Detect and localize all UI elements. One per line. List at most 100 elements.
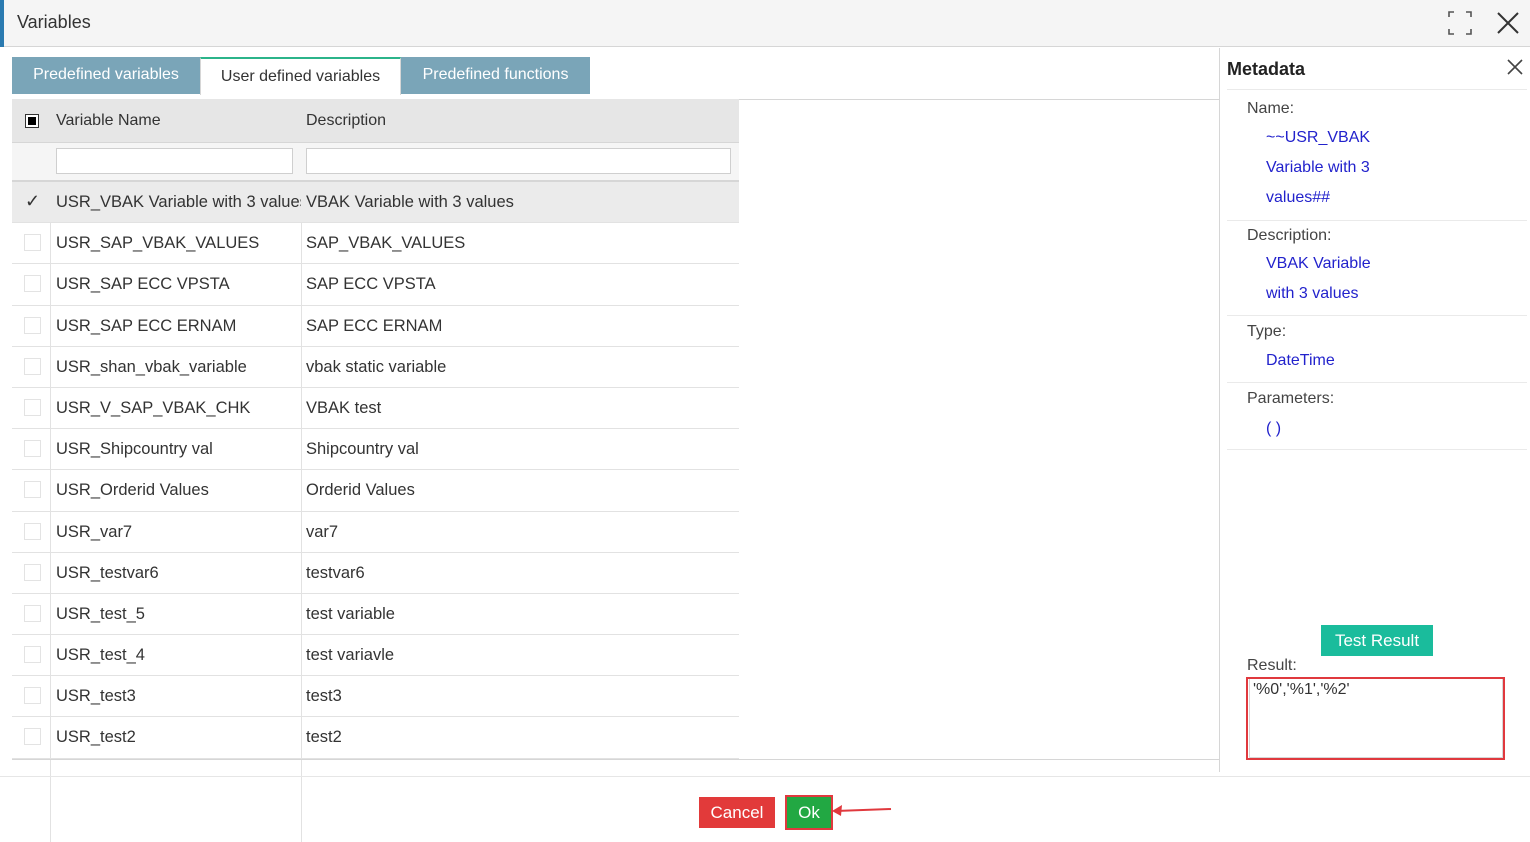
variable-name-cell: USR_Orderid Values	[56, 481, 209, 500]
annotation-arrow-icon	[832, 805, 892, 816]
table-row[interactable]: USR_test_4 test variavle	[12, 635, 739, 677]
metadata-body: Name: ~~USR_VBAK Variable with 3 values#…	[1227, 89, 1527, 450]
description-cell: test variavle	[306, 646, 395, 665]
type-label: Type:	[1247, 323, 1287, 340]
description-cell: test variable	[306, 604, 395, 623]
description-cell: VBAK Variable with 3 values	[306, 193, 514, 211]
row-checkbox[interactable]: ✓	[24, 192, 41, 210]
tab-predefined-variables[interactable]: Predefined variables	[12, 57, 200, 94]
variable-name-cell: USR_testvar6	[56, 563, 159, 582]
close-icon[interactable]	[1506, 58, 1524, 76]
description-value-line: with 3 values	[1266, 285, 1359, 302]
variable-name-cell: USR_VBAK Variable with 3 values	[56, 193, 301, 211]
grid-filter-row	[12, 143, 739, 182]
row-checkbox[interactable]	[24, 398, 41, 416]
description-cell: var7	[306, 522, 339, 541]
variable-name-cell: USR_Shipcountry val	[56, 440, 213, 459]
variable-name-cell: USR_test2	[56, 728, 136, 747]
grid-header: Variable Name Description	[12, 99, 739, 143]
metadata-divider	[1227, 315, 1527, 316]
metadata-panel: Metadata Name: ~~USR_VBAK Variable with …	[1219, 48, 1530, 772]
description-filter-input[interactable]	[306, 148, 731, 174]
table-row[interactable]: USR_SAP ECC ERNAM SAP ECC ERNAM	[12, 306, 739, 347]
type-value: DateTime	[1266, 352, 1335, 369]
titlebar-accent	[0, 0, 4, 47]
close-icon[interactable]	[1495, 10, 1521, 36]
parameters-value: ( )	[1266, 420, 1282, 437]
variables-panel: Predefined variables User defined variab…	[0, 48, 1219, 842]
row-checkbox[interactable]	[24, 357, 41, 375]
footer-divider	[0, 776, 1530, 777]
dialog-titlebar: Variables	[0, 0, 1530, 47]
table-row[interactable]: USR_V_SAP_VBAK_CHK VBAK test	[12, 388, 739, 430]
grid-bottom-border	[12, 759, 1219, 760]
maximize-icon[interactable]	[1447, 10, 1473, 36]
variable-name-cell: USR_test_4	[56, 646, 145, 665]
table-row[interactable]: ✓ USR_VBAK Variable with 3 values VBAK V…	[12, 182, 739, 224]
test-result-button[interactable]: Test Result	[1321, 625, 1433, 656]
description-value-line: VBAK Variable	[1266, 255, 1371, 272]
table-row[interactable]: USR_shan_vbak_variable vbak static varia…	[12, 347, 739, 388]
cancel-button[interactable]: Cancel	[699, 797, 775, 828]
table-row[interactable]: USR_SAP_VBAK_VALUES SAP_VBAK_VALUES	[12, 223, 739, 265]
description-cell: Orderid Values	[306, 481, 415, 500]
metadata-title: Metadata	[1227, 59, 1306, 79]
name-value: ~~USR_VBAK Variable with 3 values##	[1266, 123, 1426, 213]
metadata-divider	[1227, 382, 1527, 383]
table-row[interactable]: USR_Shipcountry val Shipcountry val	[12, 429, 739, 471]
description-cell: vbak static variable	[306, 357, 447, 376]
row-checkbox[interactable]	[24, 275, 41, 293]
description-cell: test3	[306, 687, 342, 706]
column-header-variable-name[interactable]: Variable Name	[56, 112, 161, 130]
tab-predefined-functions[interactable]: Predefined functions	[401, 57, 590, 94]
variable-name-cell: USR_var7	[56, 522, 133, 541]
row-checkbox[interactable]	[24, 646, 41, 664]
description-cell: SAP_VBAK_VALUES	[306, 234, 466, 253]
table-row[interactable]: USR_test3 test3	[12, 676, 739, 718]
metadata-divider	[1227, 449, 1527, 450]
row-checkbox[interactable]	[24, 522, 41, 540]
row-checkbox[interactable]	[24, 728, 41, 746]
table-row[interactable]: USR_SAP ECC VPSTA SAP ECC VPSTA	[12, 264, 739, 306]
grid-body: ✓ USR_VBAK Variable with 3 values VBAK V…	[12, 182, 739, 842]
name-label: Name:	[1247, 100, 1295, 117]
variable-name-cell: USR_test3	[56, 687, 136, 706]
variable-name-filter-input[interactable]	[56, 148, 293, 174]
row-checkbox[interactable]	[24, 563, 41, 581]
name-value-line: values##	[1266, 189, 1331, 206]
row-checkbox[interactable]	[24, 481, 41, 499]
row-checkbox[interactable]	[24, 440, 41, 458]
ok-button[interactable]: Ok	[787, 797, 831, 828]
table-row[interactable]: USR_testvar6 testvar6	[12, 553, 739, 594]
result-label: Result:	[1247, 657, 1297, 674]
variable-name-cell: USR_V_SAP_VBAK_CHK	[56, 398, 251, 417]
tab-user-defined-variables[interactable]: User defined variables	[200, 57, 401, 95]
description-cell: SAP ECC VPSTA	[306, 275, 436, 294]
row-checkbox[interactable]	[24, 604, 41, 622]
row-checkbox[interactable]	[24, 234, 41, 252]
description-value: VBAK Variable with 3 values	[1266, 249, 1426, 309]
name-value-line: Variable with 3	[1266, 159, 1370, 176]
description-cell: Shipcountry val	[306, 440, 419, 459]
table-row[interactable]: USR_var7 var7	[12, 512, 739, 553]
variable-name-cell: USR_SAP_VBAK_VALUES	[56, 234, 260, 253]
column-header-description[interactable]: Description	[306, 112, 386, 130]
variable-name-cell: USR_shan_vbak_variable	[56, 357, 247, 376]
result-output[interactable]: '%0','%1','%2'	[1249, 678, 1503, 758]
row-checkbox[interactable]	[24, 687, 41, 705]
description-cell: SAP ECC ERNAM	[306, 316, 443, 335]
description-cell: test2	[306, 728, 342, 747]
variable-name-cell: USR_SAP ECC ERNAM	[56, 316, 237, 335]
dialog-title: Variables	[17, 12, 91, 32]
select-all-checkbox[interactable]	[25, 114, 39, 128]
row-checkbox[interactable]	[24, 316, 41, 334]
variable-name-cell: USR_SAP ECC VPSTA	[56, 275, 230, 294]
description-cell: VBAK test	[306, 398, 382, 417]
table-row[interactable]: USR_test_5 test variable	[12, 594, 739, 636]
name-value-line: ~~USR_VBAK	[1266, 129, 1371, 146]
parameters-label: Parameters:	[1247, 390, 1335, 407]
variable-name-cell: USR_test_5	[56, 604, 145, 623]
table-row[interactable]: USR_Orderid Values Orderid Values	[12, 470, 739, 512]
table-row[interactable]: USR_test2 test2	[12, 717, 739, 759]
metadata-divider	[1227, 220, 1527, 221]
